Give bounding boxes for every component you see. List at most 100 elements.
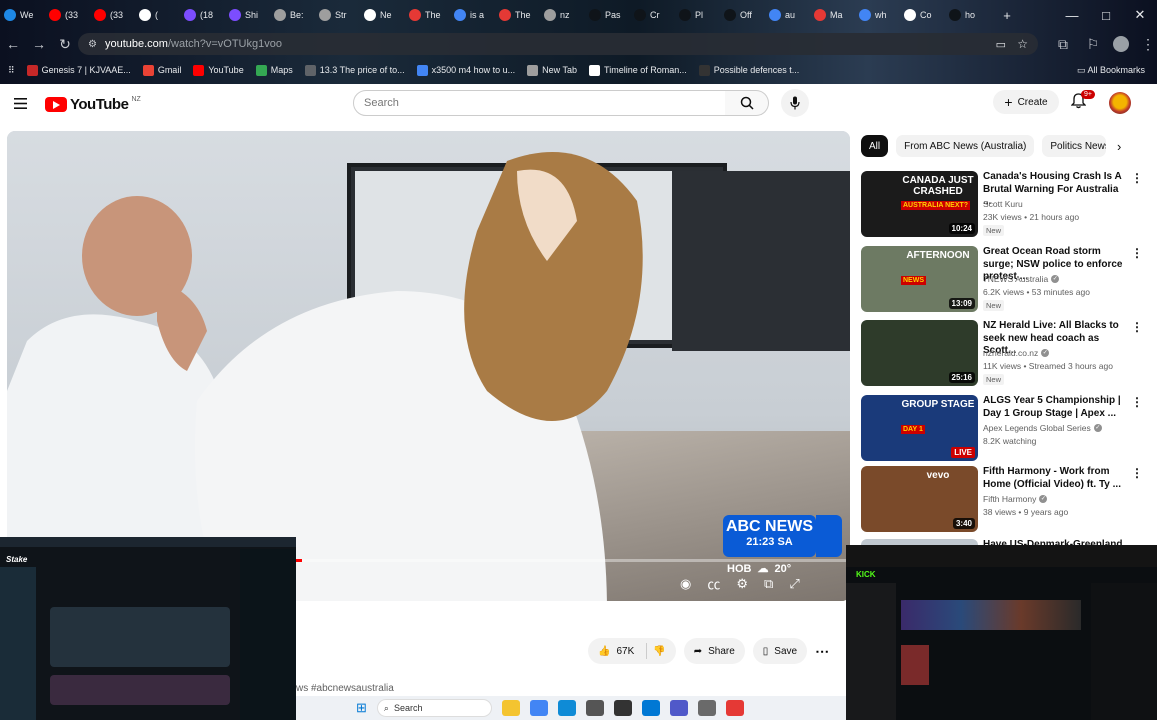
search-input[interactable]: Search (353, 90, 726, 116)
recommendation-thumbnail[interactable]: vevo 3:40 (861, 466, 978, 532)
browser-tab[interactable]: We (0, 3, 45, 27)
search-button[interactable] (725, 90, 769, 116)
task-view-icon[interactable] (585, 700, 604, 716)
teams-icon[interactable] (669, 700, 688, 716)
bookmark-item[interactable]: Genesis 7 | KJVAAE... (26, 64, 131, 76)
hamburger-menu-icon[interactable] (14, 96, 27, 114)
bookmark-item[interactable]: Gmail (142, 64, 181, 76)
browser-tab[interactable]: The (405, 3, 450, 27)
more-options-icon[interactable]: ⋮ (1131, 395, 1143, 409)
kick-window-overlay[interactable]: KICK (846, 545, 1157, 720)
browser-tab[interactable]: wh (855, 3, 900, 27)
chrome-icon[interactable] (529, 700, 548, 716)
fullscreen-icon[interactable]: ⤢ (789, 576, 799, 592)
notifications-button[interactable]: 9+ (1070, 90, 1095, 114)
browser-tab[interactable]: Shi (225, 3, 270, 27)
browser-tab[interactable]: Pl (675, 3, 720, 27)
recommendation-item[interactable]: 25:16 NZ Herald Live: All Blacks to seek … (861, 320, 1143, 386)
bookmark-item[interactable]: 13.3 The price of to... (304, 64, 405, 76)
settings-gear-icon[interactable]: ⚙ (736, 576, 748, 592)
profile-menu-icon[interactable]: ⚐ (1080, 36, 1106, 53)
channel-name[interactable]: nzherald.co.nz ✓ (983, 348, 1050, 358)
recommendation-title[interactable]: Fifth Harmony - Work from Home (Official… (983, 466, 1125, 491)
filter-chip[interactable]: From ABC News (Australia) (896, 135, 1035, 157)
more-options-icon[interactable]: ⋮ (1131, 246, 1143, 260)
thumbs-down-icon[interactable]: 👎 (653, 646, 665, 657)
miniplayer-icon[interactable]: ⧉ (764, 576, 773, 592)
recommendation-item[interactable]: AFTERNOON NEWS 13:09 Great Ocean Road storm… (861, 246, 1143, 312)
mail-icon[interactable] (641, 700, 660, 716)
share-button[interactable]: ➦ Share (683, 638, 745, 664)
recommendation-title[interactable]: ALGS Year 5 Championship | Day 1 Group S… (983, 395, 1125, 420)
close-window-button[interactable]: ✕ (1123, 7, 1157, 23)
profile-avatar[interactable] (1113, 36, 1129, 52)
filter-chip[interactable]: Politics News (1042, 135, 1107, 157)
browser-tab[interactable]: (33 (90, 3, 135, 27)
channel-name[interactable]: Apex Legends Global Series ✓ (983, 423, 1102, 433)
extensions-icon[interactable]: ⧉ (1050, 36, 1076, 53)
filter-chip[interactable]: All (861, 135, 889, 157)
recommendation-thumbnail[interactable]: CANADA JUST CRASHED AUSTRALIA NEXT? 10:24 (861, 171, 978, 237)
forward-icon[interactable]: → (26, 36, 52, 52)
browser-tab[interactable]: nz (540, 3, 585, 27)
browser-tab[interactable]: au (765, 3, 810, 27)
bookmark-item[interactable]: Timeline of Roman... (589, 64, 687, 76)
browser-tab[interactable]: Pas (585, 3, 630, 27)
channel-name[interactable]: 7NEWS Australia ✓ (983, 274, 1060, 284)
browser-tab[interactable]: Ne (360, 3, 405, 27)
channel-name[interactable]: Fifth Harmony ✓ (983, 494, 1048, 504)
pinned-app-icon[interactable] (725, 700, 744, 716)
browser-tab[interactable]: Cr (630, 3, 675, 27)
more-actions-icon[interactable]: ⋯ (815, 643, 829, 660)
captions-icon[interactable]: ㏄ (707, 574, 720, 593)
new-tab-button[interactable]: + (990, 8, 1024, 23)
taskbar-search-input[interactable]: ⌕ Search (376, 699, 492, 717)
browser-tab[interactable]: (33 (45, 3, 90, 27)
photos-icon[interactable] (697, 700, 716, 716)
video-hashtags[interactable]: ws #abcnewsaustralia (296, 683, 394, 694)
store-icon[interactable] (613, 700, 632, 716)
bookmark-item[interactable]: x3500 m4 how to u... (416, 64, 515, 76)
browser-tab[interactable]: Be: (270, 3, 315, 27)
recommendation-item[interactable]: vevo 3:40 Fifth Harmony - Work from Home (… (861, 466, 1143, 532)
recommendation-item[interactable]: GROUP STAGE DAY 1 LIVE ALGS Year 5 Champion… (861, 395, 1143, 461)
youtube-logo[interactable]: YouTube NZ (45, 96, 141, 113)
voice-search-button[interactable] (781, 89, 809, 117)
cast-icon[interactable]: ▭ (996, 38, 1006, 51)
more-options-icon[interactable]: ⋮ (1131, 320, 1143, 334)
more-options-icon[interactable]: ⋮ (1131, 466, 1143, 480)
chevron-right-icon[interactable]: › (1117, 139, 1121, 154)
omnibox[interactable]: ⚙ youtube.com/watch?v=vOTUkg1voo ☆ ▭ (78, 33, 1038, 55)
create-button[interactable]: + Create (993, 90, 1059, 114)
bookmark-star-icon[interactable]: ☆ (1017, 37, 1028, 51)
bookmark-item[interactable]: YouTube (193, 64, 244, 76)
channel-name[interactable]: Scott Kuru (983, 199, 1023, 209)
bookmark-item[interactable]: Maps (255, 64, 293, 76)
like-button[interactable]: 👍 67K 👎 (588, 638, 676, 664)
recommendation-thumbnail[interactable]: GROUP STAGE DAY 1 LIVE (861, 395, 978, 461)
account-avatar[interactable] (1109, 92, 1131, 114)
save-button[interactable]: ▯ Save (752, 638, 808, 664)
browser-tab[interactable]: ( (135, 3, 180, 27)
stake-window-overlay[interactable]: Stake (0, 537, 296, 720)
recommendation-item[interactable]: CANADA JUST CRASHED AUSTRALIA NEXT? 10:24 C… (861, 171, 1143, 237)
windows-start-icon[interactable]: ⊞ (356, 700, 367, 716)
recommendation-thumbnail[interactable]: AFTERNOON NEWS 13:09 (861, 246, 978, 312)
url-text[interactable]: youtube.com/watch?v=vOTUkg1voo (105, 38, 282, 50)
chrome-menu-icon[interactable]: ⋮ (1135, 36, 1157, 53)
all-bookmarks-button[interactable]: ▭ All Bookmarks (1077, 65, 1145, 76)
bookmark-item[interactable]: Possible defences t... (698, 64, 799, 76)
browser-tab[interactable]: Str (315, 3, 360, 27)
more-options-icon[interactable]: ⋮ (1131, 171, 1143, 185)
minimize-window-button[interactable]: — (1055, 8, 1089, 23)
browser-tab[interactable]: Off (720, 3, 765, 27)
maximize-window-button[interactable]: □ (1089, 8, 1123, 23)
browser-tab[interactable]: The (495, 3, 540, 27)
browser-tab[interactable]: Ma (810, 3, 855, 27)
browser-tab[interactable]: Co (900, 3, 945, 27)
recommendation-thumbnail[interactable]: 25:16 (861, 320, 978, 386)
apps-grid-icon[interactable]: ⠿ (8, 65, 15, 76)
site-info-icon[interactable]: ⚙ (88, 39, 97, 50)
edge-icon[interactable] (557, 700, 576, 716)
bookmark-item[interactable]: New Tab (527, 64, 577, 76)
